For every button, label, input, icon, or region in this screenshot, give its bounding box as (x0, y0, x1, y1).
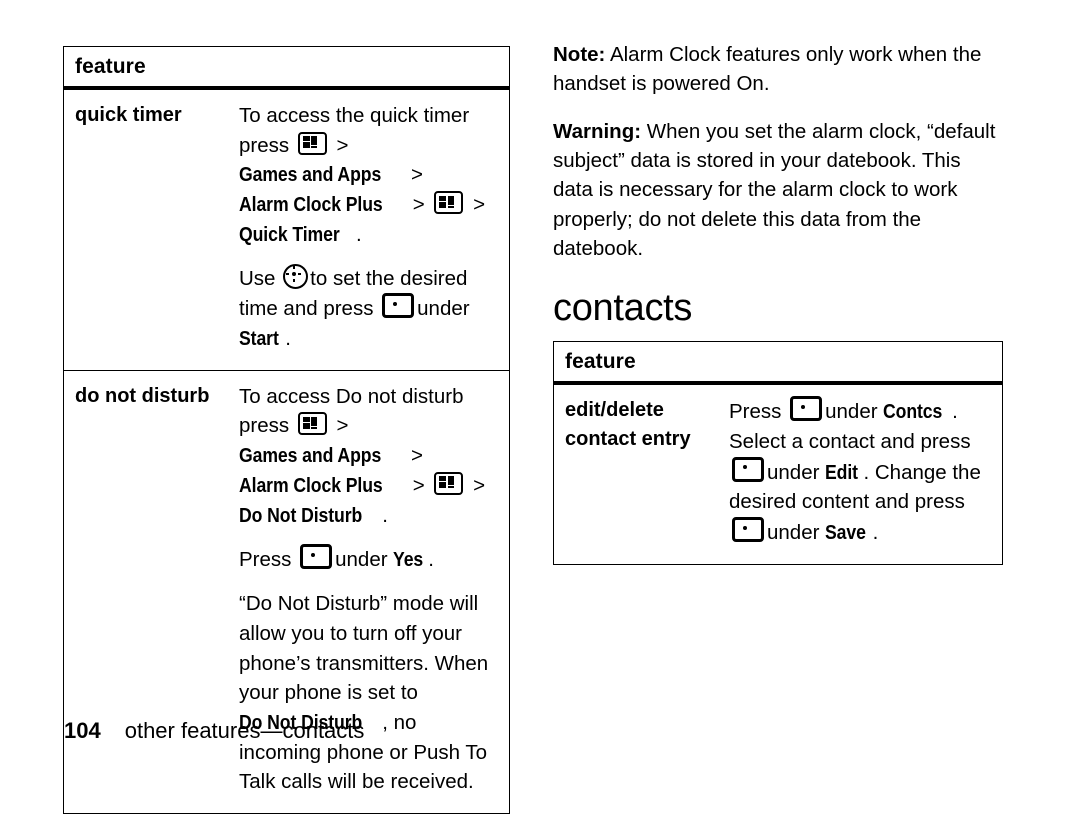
feature-description: To access Do not disturb press > Games a… (239, 369, 510, 814)
page-footer: 104 other features—contacts (64, 718, 364, 744)
menu-label: Alarm Clock Plus (239, 193, 383, 217)
table-row: quick timer To access the quick timer pr… (63, 88, 510, 371)
menu-label: Quick Timer (239, 222, 340, 246)
footer-running-head: other features—contacts (124, 718, 365, 743)
warning-paragraph: Warning: When you set the alarm clock, “… (553, 117, 1003, 264)
section-title-contacts: contacts (553, 287, 693, 330)
note-paragraph: Note: Alarm Clock features only work whe… (553, 40, 1003, 99)
table-header-feature: feature (63, 46, 510, 90)
manual-page: feature quick timer To access the quick … (0, 0, 1080, 814)
menu-separator: > (405, 163, 423, 187)
menu-label: Edit (825, 460, 859, 484)
table-row: do not disturb To access Do not disturb … (63, 369, 510, 814)
soft-key-icon (732, 517, 764, 543)
menu-key-icon (297, 131, 327, 155)
navigation-key-icon (283, 263, 309, 289)
paragraph: To access the quick timer press > Games … (239, 101, 497, 250)
feature-term: do not disturb (63, 369, 239, 814)
table-header-row: feature (63, 46, 510, 90)
menu-separator: > (330, 414, 349, 438)
paragraph: Use to set the desired time and press un… (239, 263, 497, 354)
menu-label: Games and Apps (239, 444, 382, 468)
menu-label: Contcs (883, 400, 943, 424)
menu-label: Do Not Disturb (239, 503, 363, 527)
menu-key-icon (434, 471, 464, 495)
menu-separator: > (405, 444, 423, 468)
paragraph: To access Do not disturb press > Games a… (239, 382, 497, 531)
feature-description: Press under Contcs. Select a contact and… (729, 383, 1003, 565)
table-header-feature: feature (553, 341, 1003, 386)
other-features-table: feature quick timer To access the quick … (63, 46, 510, 814)
menu-separator: > (407, 473, 431, 497)
warning-label: Warning: (553, 119, 642, 143)
feature-description: To access the quick timer press > Games … (239, 88, 510, 371)
menu-separator: > (407, 193, 431, 217)
menu-key-icon (297, 412, 327, 436)
feature-term: edit/delete contact entry (553, 383, 729, 565)
menu-key-icon (434, 191, 464, 215)
paragraph: Press under Contcs. Select a contact and… (729, 396, 990, 548)
paragraph: Press under Yes. (239, 544, 497, 575)
menu-separator: > (467, 193, 486, 217)
table-header-row: feature (553, 341, 1003, 386)
menu-label: Yes (393, 548, 424, 572)
feature-term: quick timer (63, 88, 239, 371)
right-column: Note: Alarm Clock features only work whe… (553, 40, 1003, 565)
left-column: feature quick timer To access the quick … (63, 46, 510, 814)
note-text: Alarm Clock features only work when the … (553, 43, 982, 96)
menu-label: Save (825, 521, 866, 545)
menu-label: Alarm Clock Plus (239, 473, 383, 497)
menu-separator: > (467, 473, 486, 497)
soft-key-icon (732, 456, 764, 482)
soft-key-icon (790, 396, 823, 422)
menu-separator: > (330, 133, 349, 157)
soft-key-icon (382, 293, 415, 319)
menu-label: Start (239, 327, 279, 351)
menu-label: Games and Apps (239, 163, 382, 187)
contacts-table: feature edit/delete contact entry Press … (553, 341, 1003, 565)
table-row: edit/delete contact entry Press under Co… (553, 383, 1003, 565)
footer-page-number: 104 (64, 718, 101, 743)
note-label: Note: (553, 43, 606, 66)
soft-key-icon (300, 544, 333, 570)
